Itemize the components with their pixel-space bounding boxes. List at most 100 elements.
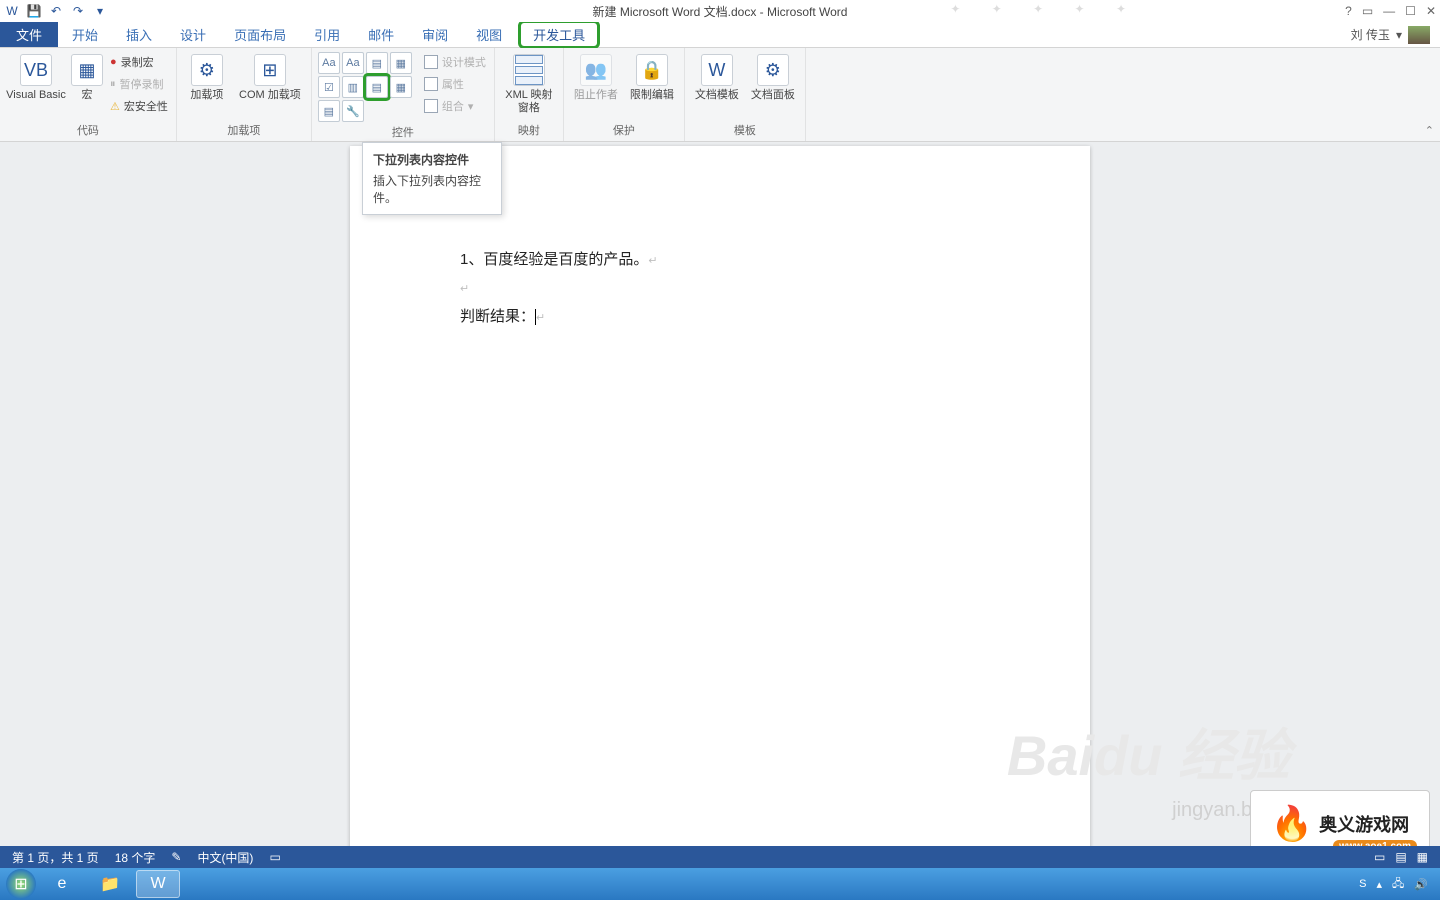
building-block-control-icon[interactable]: ▦ (390, 52, 412, 74)
maximize-icon[interactable]: ☐ (1405, 4, 1416, 18)
tab-layout[interactable]: 页面布局 (220, 22, 300, 47)
doc-line-1: 1、百度经验是百度的产品。↵ (460, 246, 990, 275)
status-bar: 第 1 页，共 1 页 18 个字 ✎ 中文(中国) ▭ ▭ ▤ ▦ (0, 846, 1440, 868)
taskbar-ie[interactable]: e (40, 870, 84, 898)
print-layout-icon[interactable]: ▤ (1395, 850, 1406, 864)
taskbar: ⊞ e 📁 W S ▴ 🖧 🔊 (0, 868, 1440, 900)
document-area[interactable]: 1、百度经验是百度的产品。↵ ↵ 判断结果：↵ Baidu 经验 jingyan… (0, 142, 1440, 862)
group-addins-label: 加载项 (227, 120, 260, 141)
tooltip-dropdown-control: 下拉列表内容控件 插入下拉列表内容控件。 (362, 142, 502, 215)
repeating-section-control-icon[interactable]: ▤ (318, 100, 340, 122)
tab-references[interactable]: 引用 (300, 22, 354, 47)
restrict-editing-button[interactable]: 🔒 限制编辑 (626, 52, 678, 102)
tooltip-body: 插入下拉列表内容控件。 (373, 172, 491, 206)
legacy-tools-icon[interactable]: 🔧 (342, 100, 364, 122)
close-icon[interactable]: ✕ (1426, 4, 1436, 18)
tray-network-icon[interactable]: 🖧 (1392, 875, 1404, 894)
spellcheck-icon[interactable]: ✎ (171, 850, 181, 864)
taskbar-explorer[interactable]: 📁 (88, 870, 132, 898)
tab-review[interactable]: 审阅 (408, 22, 462, 47)
chevron-down-icon: ▾ (468, 100, 474, 113)
macros-button[interactable]: ▦ 宏 (70, 52, 104, 102)
ribbon-display-icon[interactable]: ▭ (1362, 4, 1373, 18)
group-controls: Aa Aa ▤ ▦ ☑ ▥ ▤ ▦ ▤ 🔧 设计模式 属性 组合▾ 控件 (312, 48, 495, 141)
dropdown-list-control-icon[interactable]: ▤ (366, 76, 388, 98)
tab-developer[interactable]: 开发工具 (527, 25, 591, 44)
status-word-count[interactable]: 18 个字 (115, 849, 156, 866)
tab-view[interactable]: 视图 (462, 22, 516, 47)
addins-button[interactable]: ⚙ 加载项 (183, 52, 231, 102)
group-mapping: XML 映射窗格 映射 (495, 48, 564, 141)
user-name: 刘 传玉 (1351, 26, 1390, 43)
checkbox-control-icon[interactable]: ☑ (318, 76, 340, 98)
macro-security-button[interactable]: ⚠宏安全性 (108, 96, 170, 116)
document-panel-icon: ⚙ (757, 54, 789, 86)
pause-recording-label: 暂停录制 (120, 76, 164, 92)
xml-mapping-label: XML 映射窗格 (501, 89, 557, 115)
insert-mode-icon[interactable]: ▭ (269, 850, 280, 864)
highlight-developer-tab: 开发工具 (518, 20, 600, 49)
window-title: 新建 Microsoft Word 文档.docx - Microsoft Wo… (593, 3, 848, 20)
controls-gallery: Aa Aa ▤ ▦ ☑ ▥ ▤ ▦ ▤ 🔧 (318, 52, 412, 122)
undo-icon[interactable]: ↶ (48, 3, 64, 19)
word-app-icon[interactable]: W (4, 3, 20, 19)
visual-basic-icon: VB (20, 54, 52, 86)
record-macro-label: 录制宏 (121, 54, 154, 70)
group-mapping-label: 映射 (518, 120, 540, 141)
ribbon: VB Visual Basic ▦ 宏 ●录制宏 ⏸暂停录制 ⚠宏安全性 代码 … (0, 48, 1440, 142)
view-buttons: ▭ ▤ ▦ (1374, 850, 1428, 864)
qat-customize-icon[interactable]: ▾ (92, 3, 108, 19)
start-button[interactable]: ⊞ (6, 869, 36, 899)
window-controls: ? ▭ — ☐ ✕ (1345, 4, 1436, 18)
com-addins-label: COM 加载项 (239, 89, 301, 102)
document-template-icon: W (701, 54, 733, 86)
status-page[interactable]: 第 1 页，共 1 页 (12, 849, 99, 866)
avatar[interactable] (1408, 26, 1430, 44)
date-picker-control-icon[interactable]: ▦ (390, 76, 412, 98)
document-panel-button[interactable]: ⚙ 文档面板 (747, 52, 799, 102)
macros-label: 宏 (82, 89, 93, 102)
plain-text-control-icon[interactable]: Aa (342, 52, 364, 74)
status-language[interactable]: 中文(中国) (197, 849, 253, 866)
tab-home[interactable]: 开始 (58, 22, 112, 47)
help-icon[interactable]: ? (1345, 4, 1352, 18)
redo-icon[interactable]: ↷ (70, 3, 86, 19)
design-mode-button[interactable]: 设计模式 (422, 52, 488, 72)
collapse-ribbon-icon[interactable]: ⌃ (1425, 124, 1434, 137)
com-addins-icon: ⊞ (254, 54, 286, 86)
minimize-icon[interactable]: — (1383, 4, 1395, 18)
save-icon[interactable]: 💾 (26, 3, 42, 19)
tab-insert[interactable]: 插入 (112, 22, 166, 47)
xml-mapping-button[interactable]: XML 映射窗格 (501, 52, 557, 115)
combo-box-control-icon[interactable]: ▥ (342, 76, 364, 98)
user-dropdown-icon[interactable]: ▾ (1396, 28, 1402, 42)
page[interactable]: 1、百度经验是百度的产品。↵ ↵ 判断结果：↵ (350, 146, 1090, 862)
properties-label: 属性 (442, 76, 464, 92)
tab-file[interactable]: 文件 (0, 22, 58, 47)
tray-chevron-icon[interactable]: ▴ (1377, 878, 1383, 891)
doc-empty-para: ↵ (460, 275, 990, 303)
picture-control-icon[interactable]: ▤ (366, 52, 388, 74)
web-layout-icon[interactable]: ▦ (1417, 850, 1428, 864)
tray-ime-icon[interactable]: S (1359, 878, 1366, 890)
record-macro-button[interactable]: ●录制宏 (108, 52, 170, 72)
block-authors-button: 👥 阻止作者 (570, 52, 622, 102)
tab-design[interactable]: 设计 (166, 22, 220, 47)
restrict-editing-icon: 🔒 (636, 54, 668, 86)
design-mode-label: 设计模式 (442, 54, 486, 70)
tray-volume-icon[interactable]: 🔊 (1414, 878, 1428, 891)
tab-mailings[interactable]: 邮件 (354, 22, 408, 47)
taskbar-word[interactable]: W (136, 870, 180, 898)
group-controls-button: 组合▾ (422, 96, 488, 116)
document-template-label: 文档模板 (695, 89, 739, 102)
user-account[interactable]: 刘 传玉 ▾ (1351, 22, 1440, 47)
read-mode-icon[interactable]: ▭ (1374, 850, 1385, 864)
group-protect: 👥 阻止作者 🔒 限制编辑 保护 (564, 48, 685, 141)
visual-basic-button[interactable]: VB Visual Basic (6, 52, 66, 102)
rich-text-control-icon[interactable]: Aa (318, 52, 340, 74)
block-authors-icon: 👥 (580, 54, 612, 86)
properties-button: 属性 (422, 74, 488, 94)
document-template-button[interactable]: W 文档模板 (691, 52, 743, 102)
tooltip-title: 下拉列表内容控件 (373, 151, 491, 168)
com-addins-button[interactable]: ⊞ COM 加载项 (235, 52, 305, 102)
